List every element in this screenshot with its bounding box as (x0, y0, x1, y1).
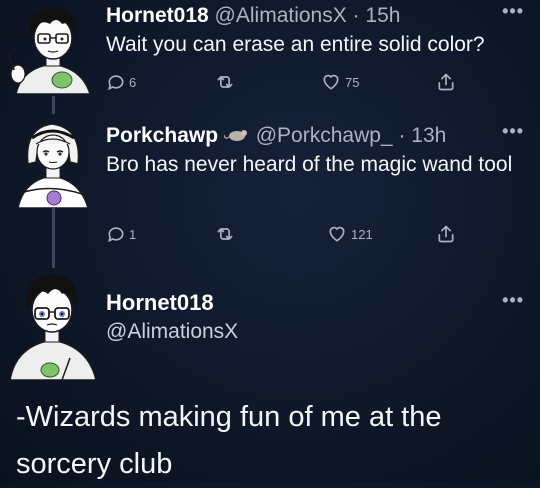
more-options-button[interactable]: ••• (502, 1, 524, 22)
display-name[interactable]: Porkchawp (106, 124, 218, 147)
rat-emoji-icon (223, 124, 256, 147)
user-handle[interactable]: @Porkchawp_ (256, 124, 393, 147)
like-button[interactable]: 121 (326, 224, 373, 244)
share-icon (438, 73, 454, 91)
reply-button[interactable]: 6 (106, 72, 136, 92)
tweet-actions: 1 121 (106, 224, 486, 248)
display-name[interactable]: Hornet018 (106, 4, 209, 27)
timestamp[interactable]: · 15h (353, 4, 401, 27)
tweet-header: Porkchawp @Porkchawp_ · 13h (106, 123, 540, 149)
share-icon (438, 225, 454, 243)
reply-count: 1 (129, 226, 137, 242)
reply-count: 6 (129, 74, 137, 90)
display-name[interactable]: Hornet018 (106, 290, 540, 316)
tweet-actions: 6 75 (106, 72, 486, 96)
user-handle[interactable]: @AlimationsX (106, 320, 540, 344)
heart-icon (323, 74, 339, 90)
more-options-button[interactable]: ••• (502, 121, 524, 142)
tweet-header: Hornet018 @AlimationsX · 15h (106, 3, 540, 29)
like-count: 121 (351, 226, 373, 242)
heart-icon (329, 226, 345, 242)
tweet-text: Bro has never heard of the magic wand to… (106, 153, 513, 176)
main-tweet-header: Hornet018 @AlimationsX ••• (106, 290, 540, 344)
tweet-2[interactable]: Porkchawp @Porkchawp_ · 13h ••• Bro has … (106, 121, 540, 178)
share-button[interactable] (436, 72, 456, 92)
avatar[interactable] (6, 2, 98, 94)
tweet-1[interactable]: Hornet018 @AlimationsX · 15h ••• Wait yo… (106, 1, 540, 58)
avatar[interactable] (6, 116, 98, 208)
more-options-button[interactable]: ••• (502, 290, 524, 311)
thread-line-1 (52, 96, 55, 114)
retweet-icon (217, 76, 233, 88)
speech-bubble-icon (108, 75, 124, 91)
speech-bubble-icon (108, 227, 124, 243)
retweet-button[interactable] (214, 224, 236, 244)
timestamp[interactable]: · 13h (398, 124, 446, 147)
avatar[interactable] (4, 268, 100, 380)
retweet-button[interactable] (214, 72, 236, 92)
like-button[interactable]: 75 (320, 72, 359, 92)
reply-button[interactable]: 1 (106, 224, 136, 244)
retweet-icon (217, 228, 233, 240)
main-tweet-text: -Wizards making fun of me at the sorcery… (16, 401, 442, 480)
user-handle[interactable]: @AlimationsX (215, 4, 347, 27)
thread-line-2 (52, 208, 55, 268)
tweet-text: Wait you can erase an entire solid color… (106, 33, 485, 56)
share-button[interactable] (436, 224, 456, 244)
like-count: 75 (345, 74, 360, 90)
